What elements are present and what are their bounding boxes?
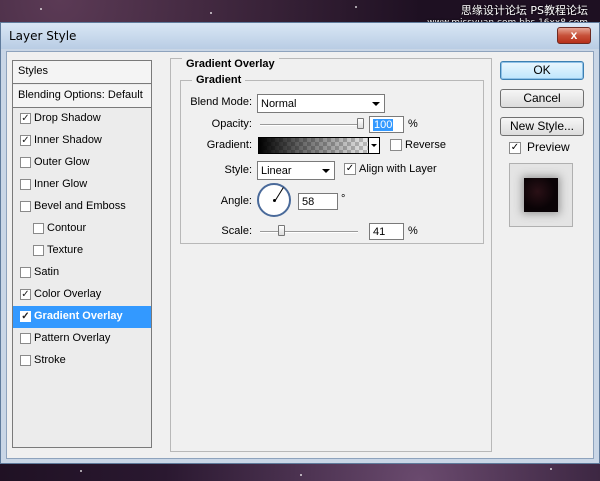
style-item-inner-glow[interactable]: Inner Glow: [13, 174, 151, 196]
angle-field[interactable]: 58: [298, 193, 338, 210]
blend-mode-value: Normal: [261, 98, 297, 110]
inner-shadow-checkbox[interactable]: ✓: [20, 135, 31, 146]
style-item-label: Pattern Overlay: [34, 332, 111, 344]
group-title: Gradient: [192, 74, 246, 86]
drop-shadow-checkbox[interactable]: ✓: [20, 113, 31, 124]
star: [550, 468, 552, 470]
scale-value: 41: [373, 226, 386, 238]
window-title: Layer Style: [9, 29, 77, 43]
preview-thumbnail: [509, 163, 573, 227]
cancel-button[interactable]: Cancel: [500, 89, 584, 108]
gradient-picker[interactable]: [258, 137, 380, 154]
new-style-label: New Style...: [509, 119, 575, 133]
style-item-inner-shadow[interactable]: ✓ Inner Shadow: [13, 130, 151, 152]
style-item-label: Gradient Overlay: [34, 310, 123, 322]
style-item-bevel-emboss[interactable]: Bevel and Emboss: [13, 196, 151, 218]
styles-header[interactable]: Styles: [13, 61, 151, 84]
align-with-layer-checkbox[interactable]: ✓: [344, 163, 356, 175]
chevron-down-icon[interactable]: [368, 137, 380, 154]
gradient-overlay-checkbox[interactable]: ✓: [20, 311, 31, 322]
style-item-stroke[interactable]: Stroke: [13, 350, 151, 372]
contour-checkbox[interactable]: [33, 223, 44, 234]
reverse-label: Reverse: [405, 139, 446, 151]
chevron-down-icon: [372, 102, 380, 106]
style-item-satin[interactable]: Satin: [13, 262, 151, 284]
star: [40, 8, 42, 10]
style-item-label: Drop Shadow: [34, 112, 101, 124]
style-label: Style:: [224, 164, 252, 176]
color-overlay-checkbox[interactable]: ✓: [20, 289, 31, 300]
cancel-label: Cancel: [523, 91, 561, 105]
scale-slider-thumb[interactable]: [278, 225, 286, 236]
stroke-checkbox[interactable]: [20, 355, 31, 366]
blending-options-label: Blending Options: Default: [18, 89, 143, 101]
opacity-slider-track[interactable]: [260, 124, 364, 126]
style-item-outer-glow[interactable]: Outer Glow: [13, 152, 151, 174]
close-icon: x: [570, 28, 578, 42]
watermark-text-2: PS教程论坛: [530, 4, 588, 17]
style-item-drop-shadow[interactable]: ✓ Drop Shadow: [13, 108, 151, 130]
watermark-text-1: 思缘设计论坛: [460, 4, 527, 17]
angle-value: 58: [302, 196, 315, 208]
satin-checkbox[interactable]: [20, 267, 31, 278]
opacity-unit: %: [408, 118, 418, 130]
star: [355, 6, 357, 8]
blend-mode-label: Blend Mode:: [190, 96, 252, 108]
style-item-pattern-overlay[interactable]: Pattern Overlay: [13, 328, 151, 350]
opacity-value: 100: [373, 119, 394, 131]
style-item-label: Inner Shadow: [34, 134, 102, 146]
scale-slider-track[interactable]: [260, 231, 358, 233]
star: [300, 474, 302, 476]
blending-options-item[interactable]: Blending Options: Default: [13, 85, 151, 108]
style-item-color-overlay[interactable]: ✓ Color Overlay: [13, 284, 151, 306]
blend-mode-select[interactable]: Normal: [257, 94, 385, 113]
title-bar[interactable]: Layer Style x: [1, 23, 599, 49]
texture-checkbox[interactable]: [33, 245, 44, 256]
angle-label: Angle:: [220, 195, 252, 207]
styles-list: Styles Blending Options: Default ✓ Drop …: [12, 60, 152, 448]
new-style-button[interactable]: New Style...: [500, 117, 584, 136]
degree-unit: °: [341, 193, 346, 205]
outer-glow-checkbox[interactable]: [20, 157, 31, 168]
gradient-label: Gradient:: [206, 139, 252, 151]
style-item-label: Texture: [47, 244, 84, 256]
style-item-texture[interactable]: Texture: [13, 240, 151, 262]
opacity-label: Opacity:: [211, 118, 252, 130]
close-button[interactable]: x: [557, 27, 591, 44]
reverse-checkbox[interactable]: [390, 139, 402, 151]
angle-dial[interactable]: [257, 183, 291, 217]
scale-unit: %: [408, 225, 418, 237]
star: [210, 12, 212, 14]
styles-header-label: Styles: [18, 65, 48, 77]
scale-field[interactable]: 41: [369, 223, 404, 240]
ok-label: OK: [533, 63, 551, 77]
preview-label: Preview: [527, 140, 570, 154]
style-item-gradient-overlay[interactable]: ✓ Gradient Overlay: [13, 306, 151, 328]
preview-swatch: [524, 178, 558, 212]
opacity-slider-thumb[interactable]: [357, 118, 364, 129]
style-value: Linear: [261, 165, 292, 177]
style-item-label: Satin: [34, 266, 60, 278]
style-item-label: Inner Glow: [34, 178, 88, 190]
scale-label: Scale:: [221, 225, 252, 237]
style-item-label: Color Overlay: [34, 288, 102, 300]
ok-button[interactable]: OK: [500, 61, 584, 80]
style-item-label: Bevel and Emboss: [34, 200, 126, 212]
pattern-overlay-checkbox[interactable]: [20, 333, 31, 344]
align-with-layer-label: Align with Layer: [359, 163, 437, 175]
preview-checkbox[interactable]: ✓: [509, 142, 521, 154]
style-item-label: Outer Glow: [34, 156, 90, 168]
style-item-contour[interactable]: Contour: [13, 218, 151, 240]
star: [80, 470, 82, 472]
panel-title: Gradient Overlay: [182, 58, 279, 70]
bevel-emboss-checkbox[interactable]: [20, 201, 31, 212]
opacity-field[interactable]: 100: [369, 116, 404, 133]
chevron-down-icon: [322, 169, 330, 173]
inner-glow-checkbox[interactable]: [20, 179, 31, 190]
style-item-label: Stroke: [34, 354, 66, 366]
angle-center: [273, 199, 276, 202]
angle-needle: [275, 187, 284, 201]
style-select[interactable]: Linear: [257, 161, 335, 180]
style-item-label: Contour: [47, 222, 87, 234]
